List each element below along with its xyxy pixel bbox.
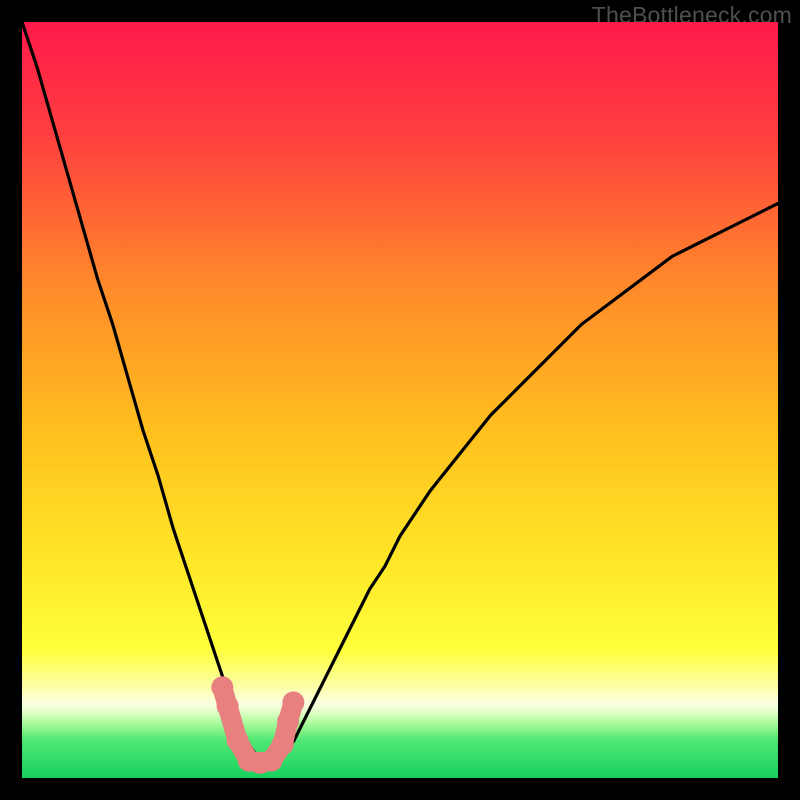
chart-svg: [22, 22, 778, 778]
marker-dot: [217, 695, 239, 717]
marker-dot: [282, 691, 304, 713]
marker-dot: [226, 729, 248, 751]
chart-frame: [22, 22, 778, 778]
marker-dot: [272, 733, 294, 755]
marker-dot: [211, 676, 233, 698]
marker-dot: [277, 710, 299, 732]
